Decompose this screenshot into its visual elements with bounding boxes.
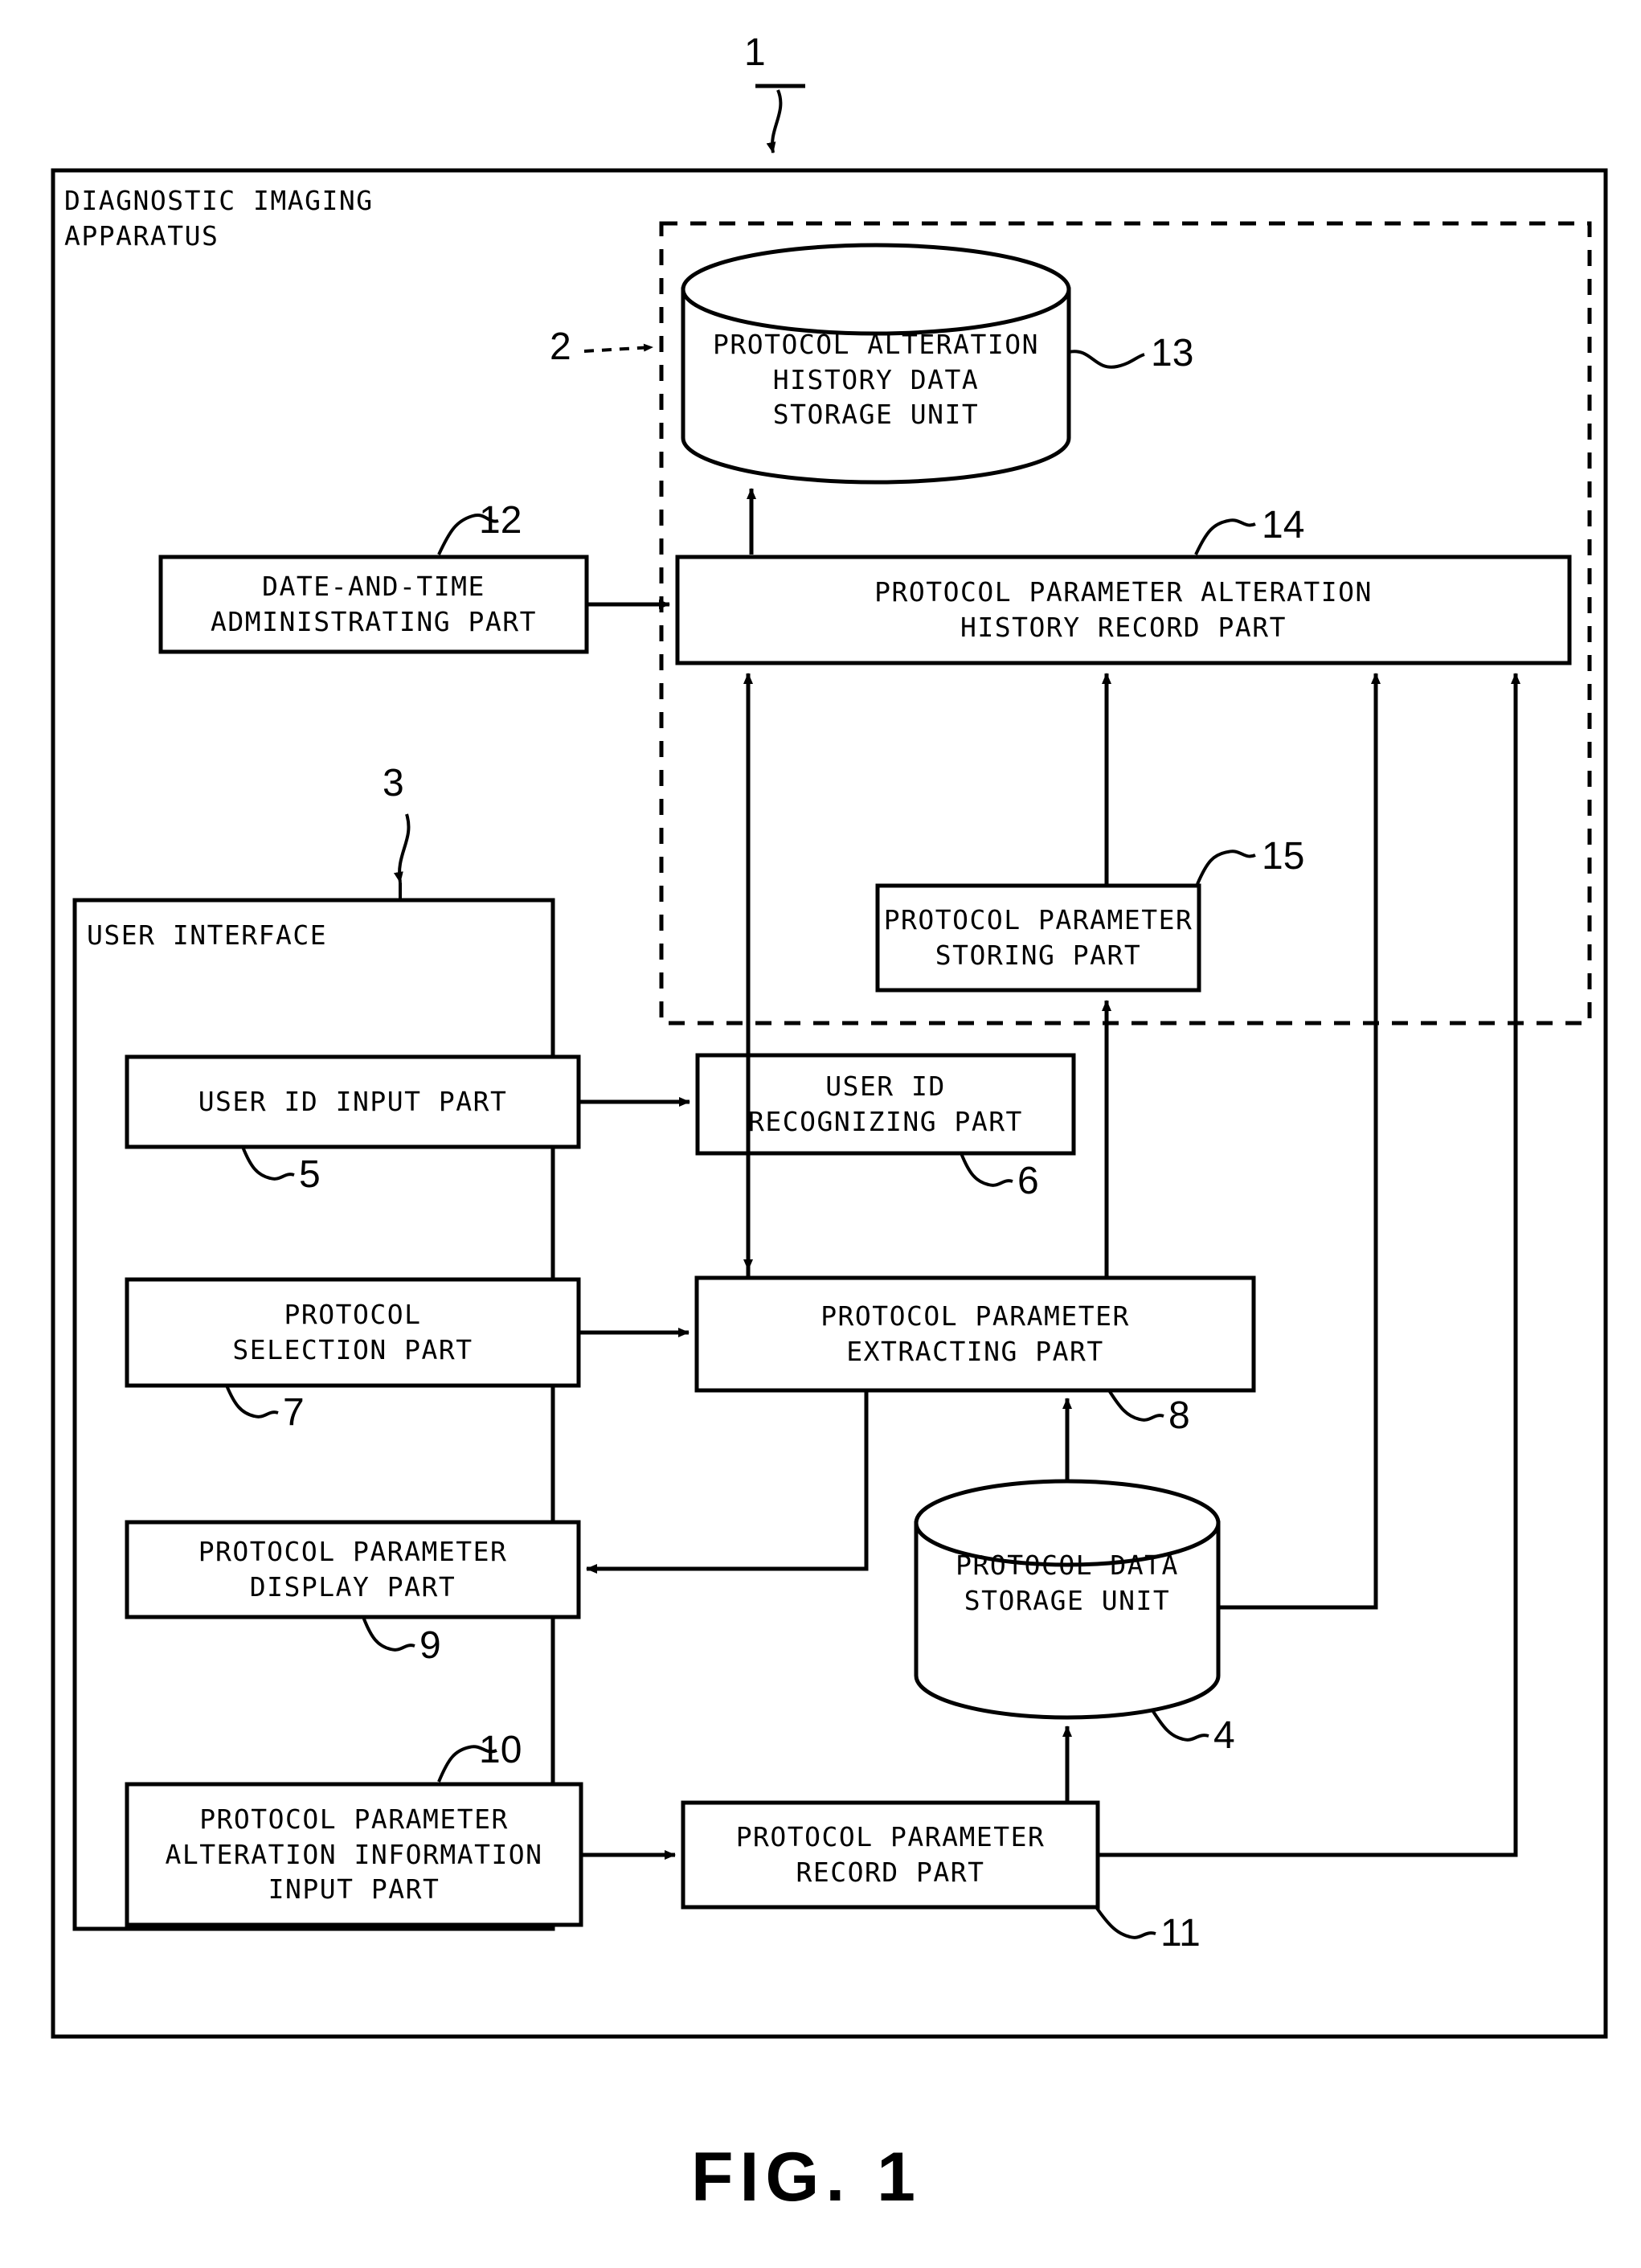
reference-leader-1: [755, 84, 805, 154]
reference-leader-9: [362, 1616, 415, 1652]
protocol-parameter-extracting-part-shape: [694, 1275, 1256, 1393]
protocol-parameter-record-part-shape: [681, 1800, 1100, 1910]
reference-leader-13: [1068, 350, 1145, 369]
protocol-selection-part-shape: [125, 1277, 581, 1388]
reference-numeral-14: 14: [1262, 504, 1305, 547]
reference-numeral-15: 15: [1262, 835, 1305, 878]
protocol-parameter-alteration-information-input-part-shape: [125, 1782, 583, 1927]
reference-leader-8: [1107, 1389, 1164, 1422]
reference-numeral-12: 12: [479, 499, 522, 542]
reference-leader-15: [1196, 849, 1256, 885]
reference-numeral-10: 10: [479, 1729, 522, 1771]
protocol-parameter-alteration-history-record-part-shape: [675, 555, 1572, 665]
user-interface-title: USER INTERFACE: [87, 919, 328, 951]
reference-leader-4: [1151, 1709, 1209, 1742]
reference-numeral-6: 6: [1017, 1160, 1039, 1202]
reference-leader-11: [1095, 1906, 1156, 1939]
reference-leader-3: [393, 813, 411, 883]
reference-numeral-4: 4: [1213, 1714, 1235, 1757]
connector-protocol-data-storage-to-record-part: [1218, 673, 1381, 1610]
user-id-recognizing-part-shape: [695, 1053, 1076, 1156]
reference-numeral-8: 8: [1168, 1394, 1190, 1437]
reference-numeral-3: 3: [383, 762, 404, 804]
protocol-alteration-history-data-storage-unit-shape: [681, 243, 1071, 485]
reference-numeral-13: 13: [1151, 332, 1194, 375]
reference-leader-6: [960, 1152, 1013, 1187]
protocol-data-storage-unit-shape: [914, 1479, 1221, 1720]
reference-numeral-1: 1: [744, 31, 766, 74]
reference-numeral-5: 5: [299, 1153, 321, 1196]
reference-numeral-9: 9: [419, 1624, 441, 1667]
date-and-time-administrating-part-shape: [158, 555, 589, 654]
diagnostic-imaging-apparatus-title: DIAGNOSTIC IMAGING APPARATUS: [64, 185, 374, 252]
figure-caption: FIG. 1: [691, 2139, 922, 2216]
reference-leader-5: [241, 1146, 295, 1181]
reference-numeral-11: 11: [1160, 1912, 1201, 1955]
reference-numeral-7: 7: [283, 1391, 305, 1434]
user-id-input-part-shape: [125, 1054, 581, 1149]
reference-leader-7: [225, 1385, 279, 1419]
reference-leader-14: [1194, 518, 1256, 555]
user-interface-outline: [72, 898, 555, 1931]
diagram-vector-layer: [51, 84, 1608, 2039]
protocol-parameter-display-part-shape: [125, 1520, 581, 1619]
connector-extracting-part-to-display-part: [586, 1390, 869, 1574]
protocol-parameter-storing-part-shape: [875, 883, 1201, 993]
patent-figure-page: DIAGNOSTIC IMAGING APPARATUS USER INTERF…: [0, 0, 1641, 2268]
reference-leader-2: [583, 343, 653, 353]
reference-numeral-2: 2: [550, 325, 571, 368]
